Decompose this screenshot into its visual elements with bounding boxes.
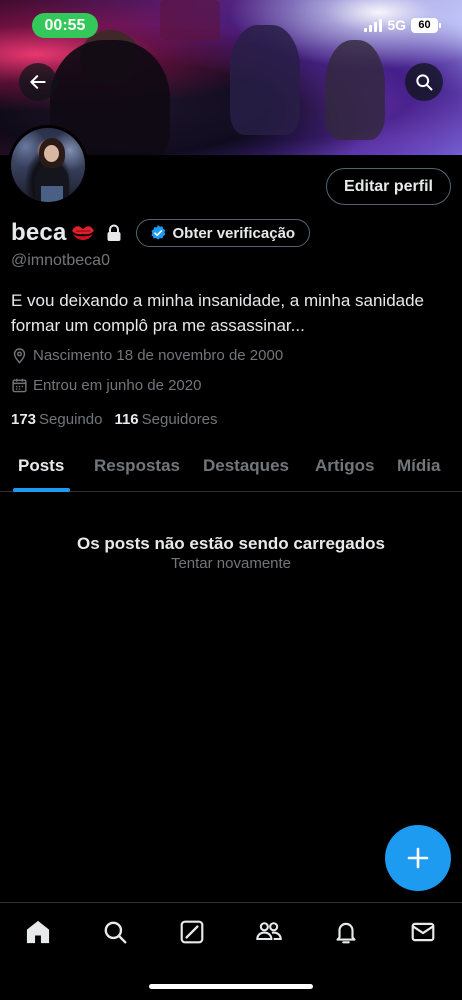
signal-icon xyxy=(364,18,383,32)
nav-search[interactable] xyxy=(100,917,130,947)
following-label: Seguindo xyxy=(39,411,103,428)
kiss-mark-icon xyxy=(70,222,96,244)
join-date: Entrou em junho de 2020 xyxy=(11,377,201,394)
avatar[interactable] xyxy=(8,125,88,205)
active-tab-indicator xyxy=(13,488,70,492)
username-handle: @imnotbeca0 xyxy=(11,252,110,269)
edit-profile-button[interactable]: Editar perfil xyxy=(326,168,451,205)
location-pin-icon xyxy=(13,348,26,364)
verified-badge-icon xyxy=(150,225,165,240)
mail-icon xyxy=(411,922,435,942)
tab-replies[interactable]: Respostas xyxy=(94,456,180,476)
nav-communities[interactable] xyxy=(254,917,284,947)
display-name: beca xyxy=(11,219,67,246)
profile-tabs: Posts Respostas Destaques Artigos Mídia xyxy=(0,444,462,492)
followers-link[interactable]: 116 Seguidores xyxy=(114,411,217,428)
follow-stats: 173 Seguindo 116 Seguidores xyxy=(11,411,218,428)
name-row: beca Obter verificação xyxy=(11,218,311,248)
nav-grok[interactable] xyxy=(177,917,207,947)
bell-icon xyxy=(336,922,356,944)
status-time: 00:55 xyxy=(32,13,98,38)
compose-post-button[interactable] xyxy=(385,825,451,891)
plus-icon xyxy=(407,847,429,869)
nav-notifications[interactable] xyxy=(331,917,361,947)
following-count: 173 xyxy=(11,411,37,428)
banner-figure xyxy=(325,40,385,140)
status-indicators: 5G 60 xyxy=(364,17,441,33)
lock-icon xyxy=(106,224,122,242)
search-icon xyxy=(104,921,127,944)
arrow-left-icon xyxy=(30,75,46,89)
search-button[interactable] xyxy=(405,63,443,101)
retry-link[interactable]: Tentar novamente xyxy=(0,555,462,572)
birth-date: Nascimento 18 de novembro de 2000 xyxy=(11,347,283,364)
back-button[interactable] xyxy=(19,63,57,101)
communities-icon xyxy=(256,922,282,941)
get-verified-button[interactable]: Obter verificação xyxy=(135,219,311,247)
tab-highlights[interactable]: Destaques xyxy=(203,456,289,476)
following-link[interactable]: 173 Seguindo xyxy=(11,411,102,428)
profile-bio: E vou deixando a minha insanidade, a min… xyxy=(11,288,451,338)
tab-posts[interactable]: Posts xyxy=(18,456,64,476)
nav-messages[interactable] xyxy=(408,917,438,947)
home-icon xyxy=(26,920,50,944)
home-indicator xyxy=(149,984,313,989)
network-label: 5G xyxy=(387,17,406,33)
battery-icon: 60 xyxy=(411,17,441,33)
tab-articles[interactable]: Artigos xyxy=(315,456,375,476)
get-verified-label: Obter verificação xyxy=(172,224,296,242)
empty-state-title: Os posts não estão sendo carregados xyxy=(77,534,385,553)
grok-icon xyxy=(180,920,204,944)
bio-line: formar um complô pra me assassinar... xyxy=(11,316,305,335)
followers-count: 116 xyxy=(114,411,139,428)
birth-label: Nascimento 18 de novembro de 2000 xyxy=(33,347,284,364)
tab-media[interactable]: Mídia xyxy=(397,456,440,476)
bio-line: E vou deixando a minha insanidade, a min… xyxy=(11,291,425,310)
followers-label: Seguidores xyxy=(141,411,218,428)
search-icon xyxy=(416,74,433,91)
nav-home[interactable] xyxy=(23,917,53,947)
joined-label: Entrou em junho de 2020 xyxy=(33,377,202,394)
status-bar: 00:55 5G 60 xyxy=(0,0,462,50)
calendar-icon xyxy=(12,378,27,393)
